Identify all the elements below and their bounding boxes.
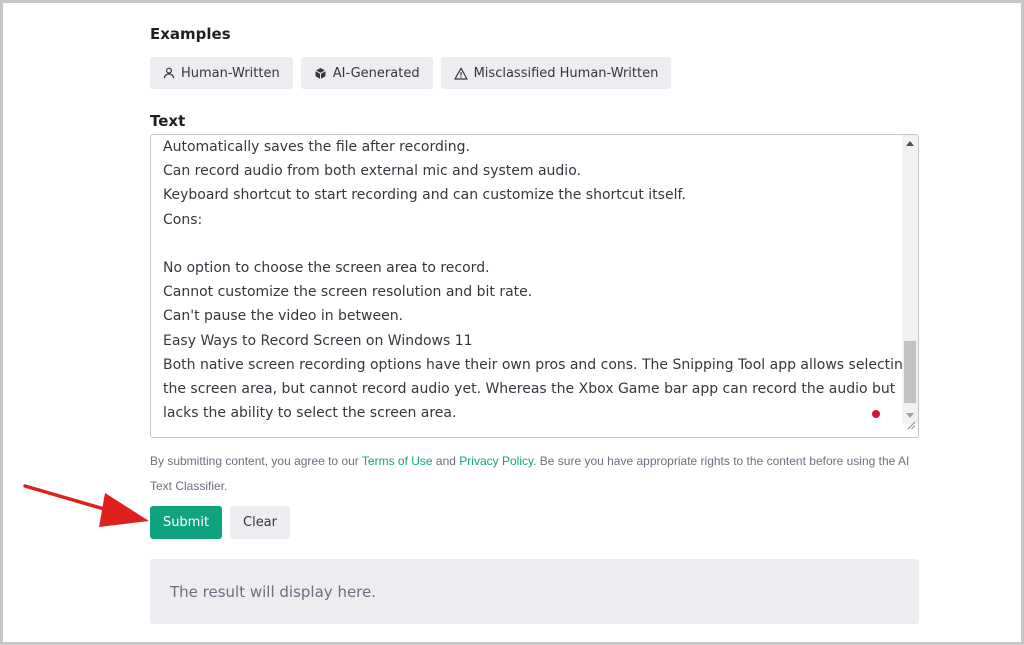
- text-input[interactable]: Automatically saves the file after recor…: [150, 134, 919, 438]
- disclaimer-middle: and: [432, 454, 460, 468]
- text-line: the screen area, but cannot record audio…: [163, 380, 896, 397]
- resize-handle-icon[interactable]: [906, 417, 916, 435]
- text-line: Can't pause the video in between.: [163, 308, 404, 325]
- text-line: No option to choose the screen area to r…: [163, 259, 490, 276]
- example-misclassified-button[interactable]: Misclassified Human-Written: [440, 57, 672, 89]
- example-misclassified-label: Misclassified Human-Written: [473, 65, 659, 81]
- text-line: Both native screen recording options hav…: [163, 356, 912, 373]
- text-line: Can record audio from both external mic …: [163, 163, 581, 180]
- example-ai-generated-label: AI-Generated: [332, 65, 420, 81]
- terms-of-use-link[interactable]: Terms of Use: [362, 454, 433, 468]
- clear-button[interactable]: Clear: [230, 506, 290, 539]
- grammar-indicator-icon[interactable]: [872, 410, 880, 418]
- text-line: Keyboard shortcut to start recording and…: [163, 187, 686, 204]
- text-line: lacks the ability to select the screen a…: [163, 405, 457, 422]
- text-line: Easy Ways to Record Screen on Windows 11: [163, 332, 473, 349]
- submit-button[interactable]: Submit: [150, 506, 222, 539]
- text-label: Text: [150, 112, 186, 130]
- warning-triangle-icon: [453, 67, 468, 80]
- privacy-policy-link[interactable]: Privacy Policy: [459, 454, 533, 468]
- result-box: The result will display here.: [150, 559, 919, 624]
- submission-disclaimer: By submitting content, you agree to our …: [150, 449, 920, 499]
- text-line: Automatically saves the file after recor…: [163, 139, 470, 155]
- result-placeholder: The result will display here.: [170, 582, 377, 601]
- example-human-written-button[interactable]: Human-Written: [150, 57, 293, 89]
- screenshot-frame: Examples Human-Written AI-Generated Misc…: [0, 0, 1024, 645]
- text-line: [163, 232, 893, 256]
- scroll-up-icon[interactable]: [906, 141, 914, 146]
- text-line: Cannot customize the screen resolution a…: [163, 284, 533, 301]
- cube-icon: [314, 67, 327, 80]
- text-scrollbar[interactable]: [902, 135, 918, 424]
- examples-chips: Human-Written AI-Generated Misclassified…: [150, 57, 672, 89]
- text-input-content: Automatically saves the file after recor…: [163, 135, 912, 425]
- examples-label: Examples: [150, 25, 231, 43]
- user-icon: [163, 67, 175, 79]
- example-ai-generated-button[interactable]: AI-Generated: [300, 57, 433, 89]
- scrollbar-thumb[interactable]: [904, 341, 916, 403]
- text-line: Cons:: [163, 211, 203, 228]
- example-human-written-label: Human-Written: [181, 65, 280, 81]
- annotation-arrow-icon: [23, 484, 149, 527]
- disclaimer-prefix: By submitting content, you agree to our: [150, 454, 362, 468]
